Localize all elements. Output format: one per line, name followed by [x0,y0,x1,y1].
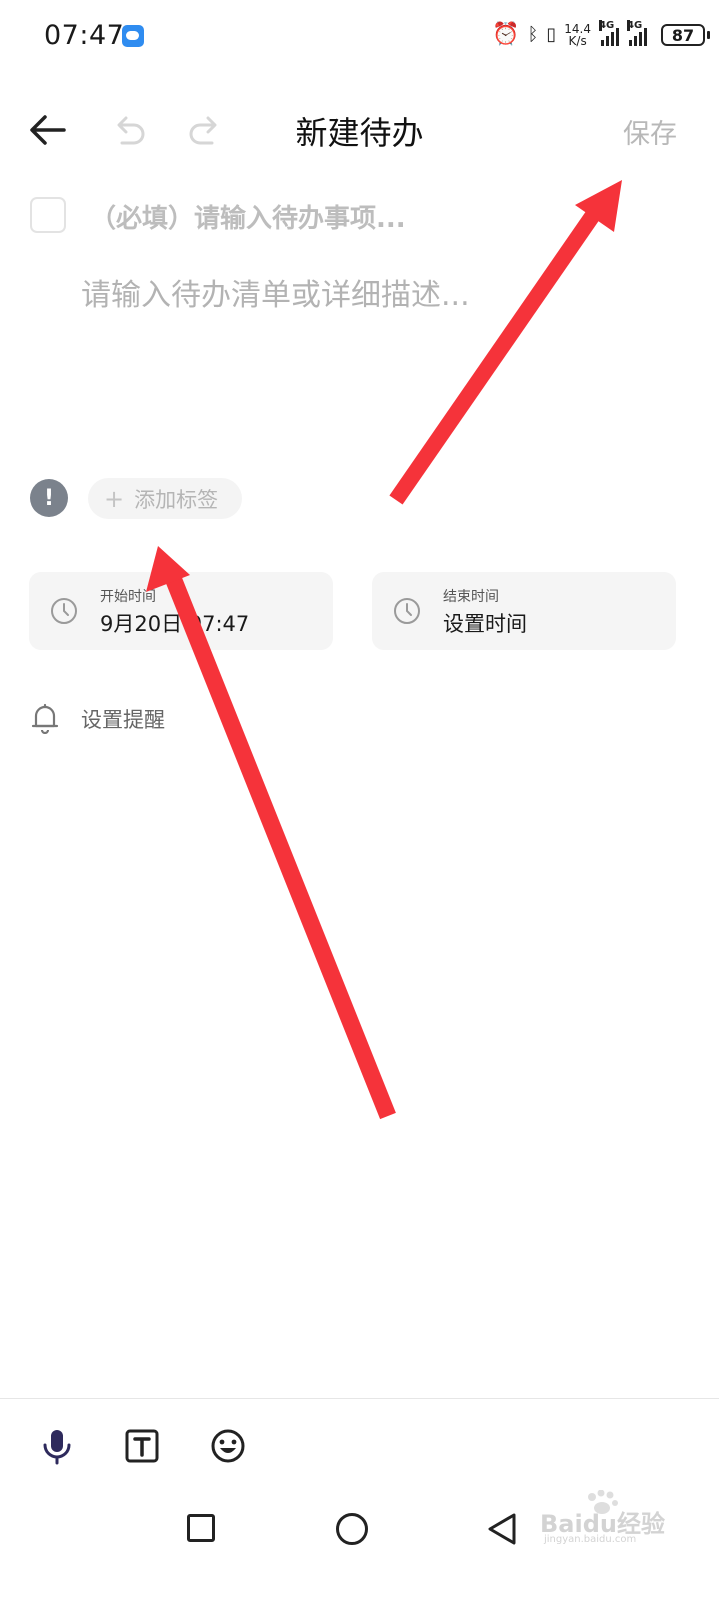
save-button[interactable]: 保存 [623,112,677,151]
arrow-to-save [389,180,622,505]
toolbar-divider [0,1398,719,1399]
net-speed-unit: K/s [568,34,587,48]
watermark-url: jingyan.baidu.com [544,1534,637,1545]
bell-icon[interactable] [30,702,60,734]
weather-icon [122,25,144,47]
annotation-arrows [146,180,622,1120]
net-speed: 14.4 K/s [564,23,591,47]
nav-back-button[interactable] [486,1512,518,1546]
task-checkbox[interactable] [30,197,66,233]
task-title-input[interactable]: （必填）请输入待办事项... [90,198,406,235]
battery-tip [707,31,710,39]
battery-level: 87 [661,24,705,46]
plus-icon: + [104,484,125,513]
signal-2-icon: 4G [627,20,647,46]
end-time-card[interactable]: 结束时间 设置时间 [372,572,676,650]
start-time-card[interactable]: 开始时间 9月20日 07:47 [29,572,333,650]
baidu-watermark: Baidu经验 jingyan.baidu.com [540,1490,710,1550]
task-description-input[interactable]: 请输入待办清单或详细描述... [81,270,470,314]
start-time-value: 9月20日 07:47 [100,612,250,636]
clock-icon [394,598,420,624]
bluetooth-icon: ᛒ [527,24,539,45]
status-time: 07:47 [44,20,125,51]
end-time-label: 结束时间 [443,589,499,605]
alarm-icon: ⏰ [492,22,520,47]
signal-1-label: 4G [599,20,615,31]
end-time-value: 设置时间 [443,612,527,636]
signal-2-label: 4G [627,20,643,31]
vibrate-icon: ▯ [546,24,557,45]
battery-icon: 87 [661,24,710,46]
nav-recents-button[interactable] [187,1514,215,1542]
mic-icon[interactable] [40,1428,74,1466]
text-format-icon[interactable] [125,1429,159,1463]
clock-icon [51,598,77,624]
emoji-icon[interactable] [210,1428,246,1464]
nav-home-button[interactable] [336,1513,368,1545]
add-tag-button[interactable]: + 添加标签 [88,478,242,519]
reminder-label[interactable]: 设置提醒 [81,704,165,734]
start-time-label: 开始时间 [100,589,156,605]
signal-1-icon: 4G [599,20,619,46]
add-tag-label: 添加标签 [134,487,219,512]
priority-icon[interactable]: ! [30,479,68,517]
status-icons: ⏰ ᛒ ▯ 14.4 K/s 4G 4G [492,20,647,48]
page-title: 新建待办 [295,114,424,152]
